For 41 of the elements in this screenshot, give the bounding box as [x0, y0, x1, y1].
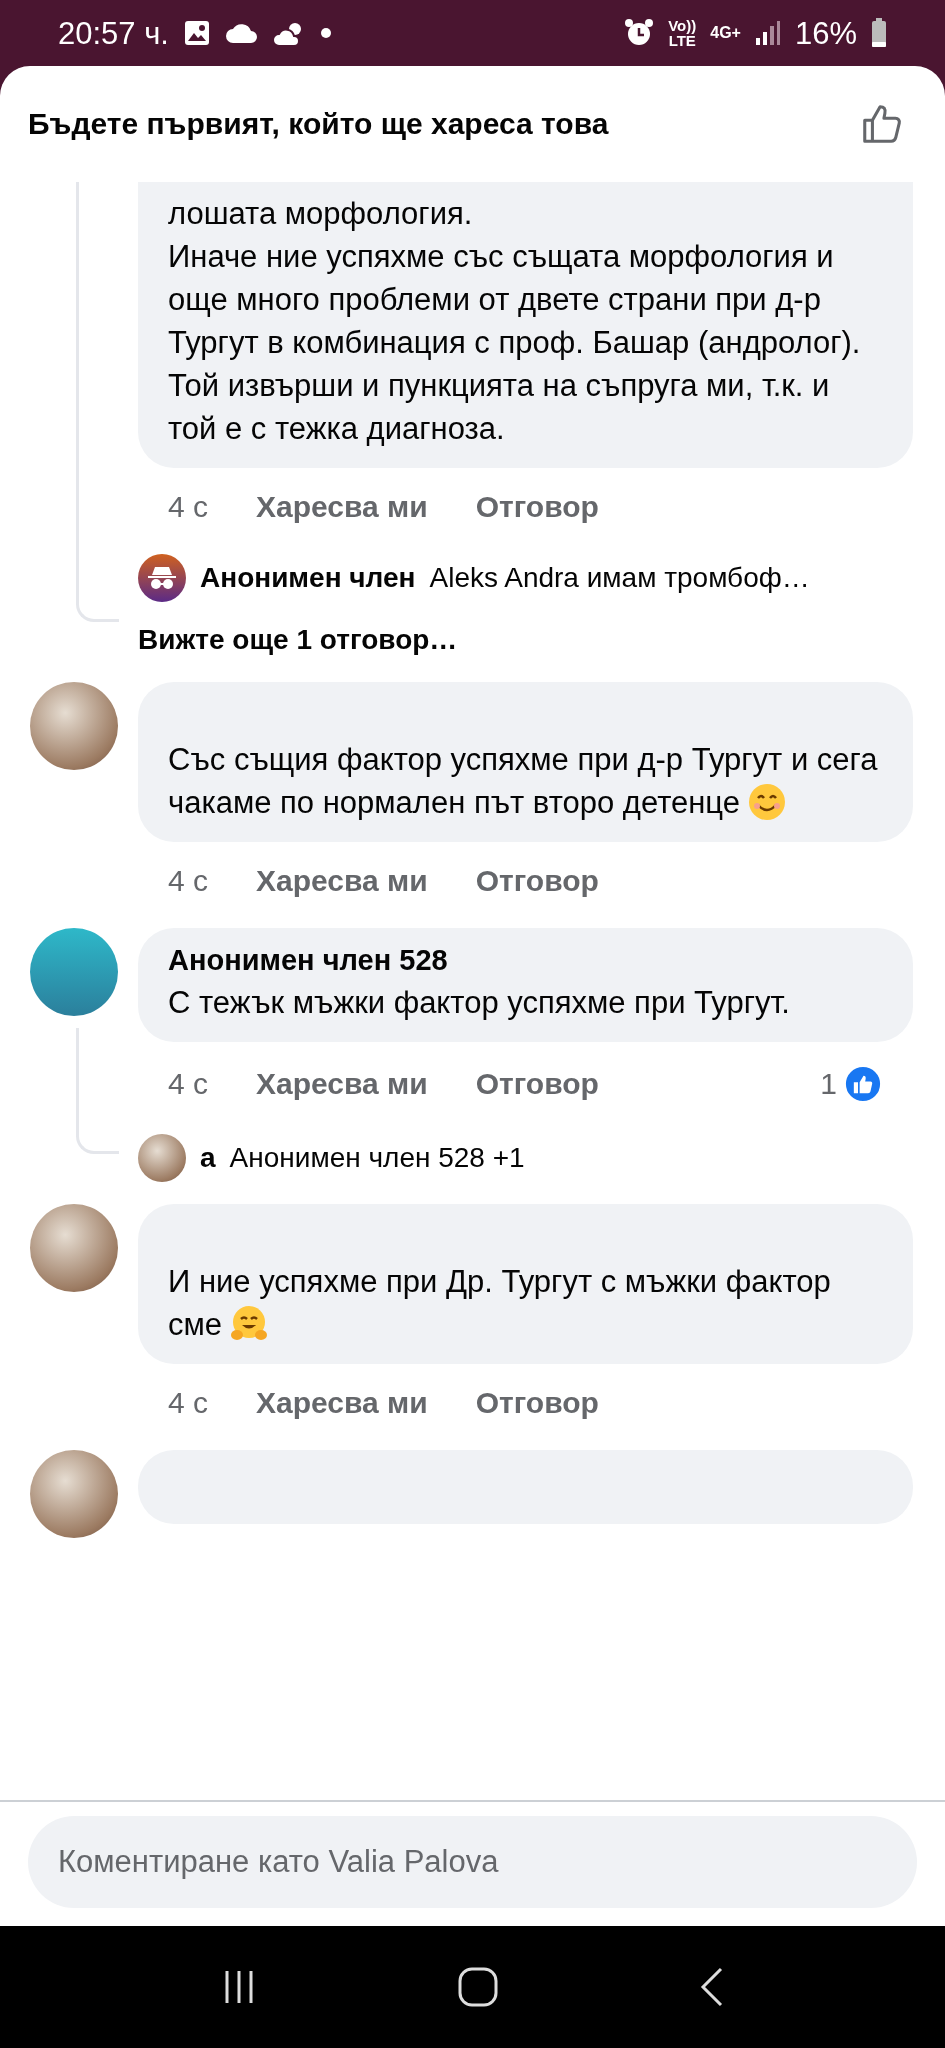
clock-time: 20:57 ч.	[58, 17, 169, 49]
comment-text: И ние успяхме при Др. Тургут с мъжки фактор сме	[168, 1263, 832, 1345]
comment-time: 4 с	[168, 1386, 209, 1420]
reply-author[interactable]: а	[200, 1142, 216, 1174]
reply-preview-text[interactable]: Анонимен член 528 +1	[229, 1142, 525, 1174]
more-replies-link[interactable]: Вижте още 1 отговор…	[138, 624, 913, 682]
hugging-face-icon	[230, 1305, 269, 1343]
dot-icon	[320, 28, 331, 38]
header-title: Бъдете първият, който ще хареса това	[28, 107, 609, 141]
comment-time: 4 с	[168, 490, 209, 524]
signal-icon	[754, 20, 781, 46]
reply-preview-text[interactable]: Aleks Andra имам тромбоф…	[429, 562, 810, 594]
like-link[interactable]: Харесва ми	[256, 490, 428, 524]
network-label: 4G+	[710, 25, 741, 41]
comment-author[interactable]: Анонимен член 528	[168, 944, 883, 977]
comment-text: Със същия фактор успяхме при д-р Тургут и сега чакаме по нормален път второ детенце	[168, 741, 879, 823]
like-link[interactable]: Харесва ми	[256, 1386, 428, 1420]
cloud-icon	[224, 22, 259, 44]
comment-text: С тежък мъжки фактор успяхме при Тургут.	[168, 984, 791, 1022]
avatar[interactable]	[138, 1134, 186, 1182]
reply-link[interactable]: Отговор	[475, 490, 599, 524]
anonymous-avatar[interactable]	[138, 554, 186, 602]
battery-icon	[871, 18, 887, 48]
battery-percent: 16%	[794, 17, 857, 49]
comment-input-field[interactable]: Коментиране като Valia Palova	[28, 1816, 917, 1908]
like-link[interactable]: Харесва ми	[256, 1067, 428, 1101]
image-icon	[182, 19, 211, 47]
like-badge-icon	[843, 1064, 883, 1104]
comment-time: 4 с	[168, 864, 209, 898]
comment-text: лошата морфология. Иначе ние успяхме със същата морфология и още много проблеми от двете страни при д-р Тургут в комбинация с проф. Башар (андролог). Той извърши и пункцията на съпруга ми, т.к. и той е с тежка диагноза.	[168, 195, 862, 448]
reply-author[interactable]: Анонимен член	[200, 562, 416, 594]
reaction-count: 1	[820, 1067, 837, 1101]
alarm-icon	[624, 18, 655, 48]
volte-label: Vo))	[668, 18, 697, 33]
reply-link[interactable]: Отговор	[475, 864, 599, 898]
reply-link[interactable]: Отговор	[475, 1386, 599, 1420]
like-link[interactable]: Харесва ми	[256, 864, 428, 898]
comment-time: 4 с	[168, 1067, 209, 1101]
lte-label: LTE	[668, 33, 696, 48]
smiling-face-icon	[748, 783, 786, 821]
reply-link[interactable]: Отговор	[475, 1067, 599, 1101]
